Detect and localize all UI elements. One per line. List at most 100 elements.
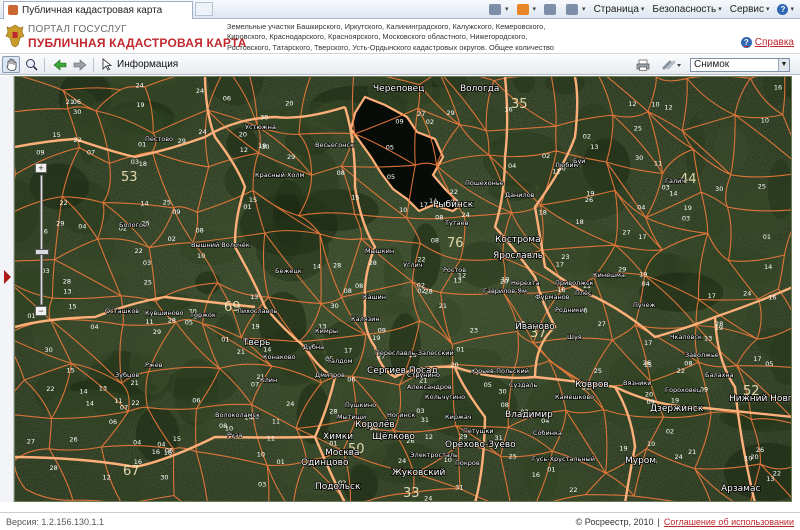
zoom-control: + −: [35, 163, 49, 318]
new-tab-button[interactable]: [195, 2, 213, 16]
print-map-button[interactable]: [634, 56, 652, 73]
service-menu[interactable]: Сервис ▾: [730, 4, 770, 15]
parcel-number-label: 30: [498, 388, 506, 396]
parcel-number-label: 26: [69, 435, 77, 443]
parcel-number-label: 11: [145, 318, 153, 326]
city-label: Дубна: [303, 343, 324, 351]
parcel-number-label: 22: [131, 399, 139, 407]
city-label: Весьегонск: [315, 141, 354, 149]
toolbar-divider: [93, 57, 94, 72]
information-label: Информация: [117, 59, 179, 70]
cadastral-map[interactable]: 01 27 09 13 21 19 13 13 17 29 25 23 28 22 24 26 22 21 01 22…: [14, 76, 792, 502]
city-label: Лихославль: [237, 307, 278, 315]
parcel-number-label: 08: [344, 287, 352, 295]
pan-tool-button[interactable]: [2, 56, 20, 73]
parcel-number-label: 30: [260, 114, 268, 122]
city-label: Дмитров: [315, 371, 345, 379]
chain-link-icon: [662, 60, 681, 69]
parcel-number-label: 24: [198, 128, 206, 136]
mail-button[interactable]: [544, 3, 558, 15]
back-button[interactable]: [51, 56, 69, 73]
parcel-number-label: 14: [764, 263, 772, 271]
parcel-number-label: 16: [768, 294, 776, 302]
zoom-box-tool-button[interactable]: [22, 56, 40, 73]
safety-menu[interactable]: Безопасность ▾: [652, 4, 721, 15]
link-tool-button[interactable]: [660, 56, 684, 73]
parcel-number-label: 20: [285, 100, 293, 108]
terms-of-use-link[interactable]: Соглашение об использовании: [664, 517, 794, 527]
parcel-number-label: 10: [399, 206, 407, 214]
city-label: Одинцово: [301, 458, 349, 468]
city-label: Королёв: [355, 420, 395, 430]
city-label: Подольск: [315, 482, 361, 492]
parcel-number-label: 30: [635, 154, 643, 162]
parcel-number-label: 22: [773, 470, 781, 478]
region-code-label: 53: [121, 170, 138, 185]
parcel-number-label: 09: [172, 208, 180, 216]
information-tool-button[interactable]: Информация: [102, 58, 178, 71]
parcel-number-label: 31: [455, 483, 463, 491]
expand-panel-handle[interactable]: [4, 270, 11, 284]
parcel-number-label: 18: [576, 218, 584, 226]
parcel-number-label: 14: [313, 262, 321, 270]
parcel-number-label: 10: [647, 440, 655, 448]
parcel-number-label: 01: [763, 233, 771, 241]
parcel-number-label: 05: [765, 360, 773, 368]
feeds-button[interactable]: ▾: [516, 3, 536, 15]
city-label: Вологда: [460, 84, 499, 94]
city-label: Руза: [227, 431, 242, 439]
parcel-number-label: 29: [178, 137, 186, 145]
parcel-number-label: 04: [508, 162, 516, 170]
page-footer: Версия: 1.2.156.130.1.1 © Росреестр, 201…: [0, 512, 800, 530]
parcel-number-label: 15: [53, 131, 61, 139]
parcel-number-label: 06: [109, 418, 117, 426]
help-menu[interactable]: ? ▾: [777, 3, 794, 15]
parcel-number-label: 22: [677, 367, 685, 375]
parcel-number-label: 19: [136, 101, 144, 109]
parcel-number-label: 06: [223, 95, 231, 103]
parcel-number-label: 30: [45, 346, 53, 354]
help-link[interactable]: ? Справка: [740, 37, 794, 48]
parcel-number-label: 01: [221, 336, 229, 344]
zoom-out-button[interactable]: −: [35, 306, 47, 316]
parcel-number-label: 16: [164, 449, 172, 457]
parcel-number-label: 20: [500, 278, 508, 286]
forward-button[interactable]: [71, 56, 89, 73]
parcel-number-label: 25: [634, 125, 642, 133]
parcel-number-label: 24: [136, 81, 144, 89]
parcel-number-label: 27: [598, 320, 606, 328]
print-button[interactable]: ▾: [566, 3, 586, 15]
parcel-number-label: 03: [682, 215, 690, 223]
parcel-number-label: 17: [638, 233, 646, 241]
version-text: Версия: 1.2.156.130.1.1: [6, 516, 104, 527]
base-layer-select[interactable]: Снимок ▼: [690, 57, 790, 72]
browser-tab-title: Публичная кадастровая карта: [22, 4, 163, 16]
side-panel-collapsed: [0, 76, 14, 502]
region-code-label: 76: [447, 236, 464, 251]
parcel-number-label: 20: [645, 391, 653, 399]
parcel-number-label: 19: [619, 444, 627, 452]
home-button[interactable]: ▾: [489, 3, 509, 15]
city-label: Нерехта: [511, 279, 540, 287]
parcel-number-label: 24: [462, 211, 470, 219]
zoom-in-button[interactable]: +: [35, 163, 47, 173]
parcel-number-label: 28: [168, 317, 176, 325]
help-icon: ?: [777, 3, 789, 15]
zoom-slider-knob[interactable]: [35, 249, 49, 255]
parcel-number-label: 03: [143, 259, 151, 267]
parcel-number-label: 12: [425, 433, 433, 441]
map-canvas[interactable]: 0127091321191313172925232822242622210122…: [15, 77, 792, 502]
browser-toolbar: Публичная кадастровая карта ▾ ▾ ▾ Страни…: [0, 0, 800, 19]
terrain-patch: [96, 107, 183, 161]
terrain-patch: [294, 149, 340, 218]
city-label: Гаврилов-Ям: [483, 287, 527, 295]
parcel-number-label: 13: [63, 288, 71, 296]
page-menu[interactable]: Страница ▾: [594, 4, 645, 15]
browser-tab[interactable]: Публичная кадастровая карта: [3, 0, 193, 19]
zoom-slider-track[interactable]: [40, 175, 43, 305]
parcel-number-label: 09: [395, 117, 403, 125]
parcel-number-label: 04: [90, 323, 98, 331]
region-code-label: 67: [123, 464, 140, 479]
parcel-number-label: 15: [644, 361, 652, 369]
city-label: Петушки: [463, 427, 494, 435]
